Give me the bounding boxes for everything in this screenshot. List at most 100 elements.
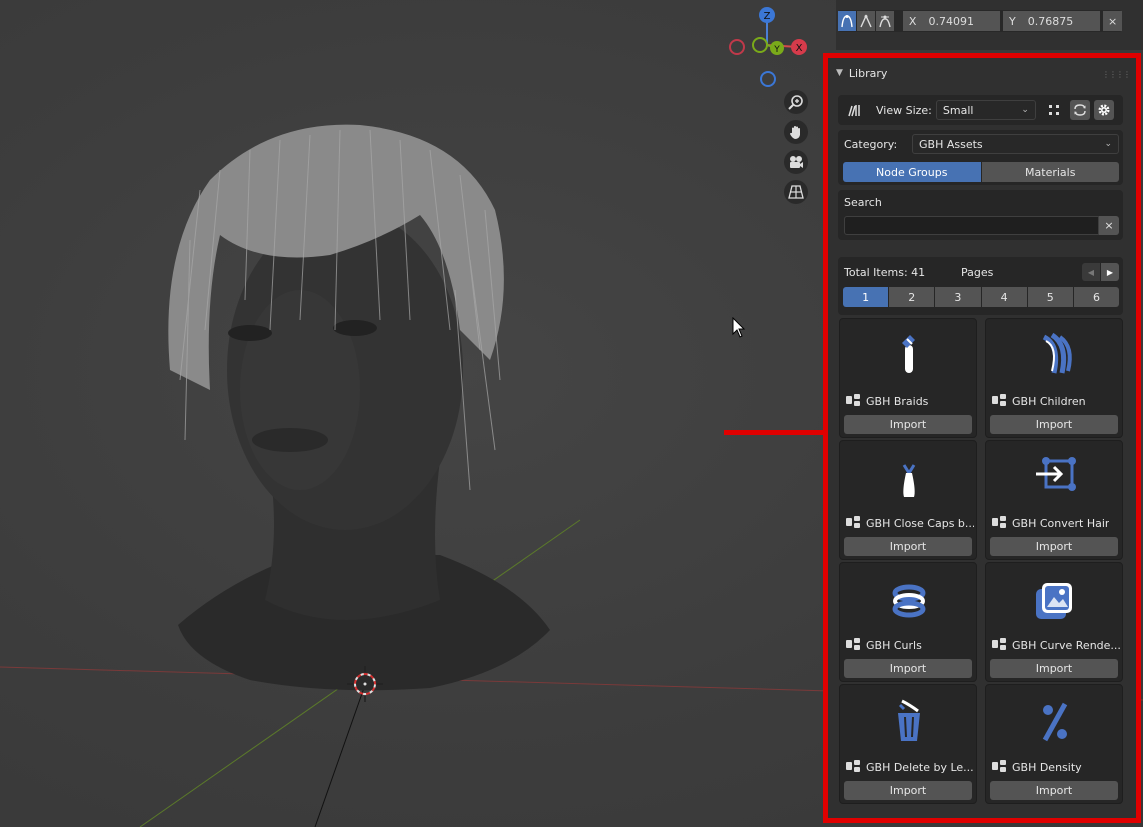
x-coordinate-field[interactable]: X 0.74091 bbox=[902, 11, 1000, 31]
vector-handle-icon[interactable] bbox=[856, 11, 875, 31]
page-button[interactable]: 5 bbox=[1027, 287, 1073, 307]
view-size-label: View Size: bbox=[876, 103, 932, 117]
asset-card[interactable]: GBH Close Caps b... Import bbox=[839, 440, 977, 560]
right-eye bbox=[333, 320, 377, 336]
asset-card[interactable]: GBH Convert Hair Import bbox=[985, 440, 1123, 560]
import-button[interactable]: Import bbox=[990, 537, 1118, 556]
drag-grip-icon[interactable]: ⋮⋮⋮⋮ bbox=[1102, 70, 1131, 79]
camera-icon[interactable] bbox=[784, 150, 808, 174]
chevron-down-icon[interactable]: ▼ bbox=[836, 68, 843, 78]
node-tree-icon bbox=[846, 759, 860, 775]
delete-point-button[interactable]: × bbox=[1103, 11, 1122, 31]
node-tree-icon bbox=[992, 637, 1006, 653]
gizmo-neg-z bbox=[760, 71, 776, 87]
page-button[interactable]: 3 bbox=[935, 287, 981, 307]
category-dropdown[interactable]: GBH Assets ⌄ bbox=[912, 134, 1119, 154]
asset-name: GBH Delete by Le... bbox=[866, 760, 974, 774]
asset-type-tabs: Node Groups Materials bbox=[843, 162, 1119, 182]
navigation-gizmo: Z X Y bbox=[729, 7, 807, 87]
next-page-icon[interactable]: ▶ bbox=[1101, 263, 1119, 281]
asset-name: GBH Braids bbox=[866, 394, 929, 408]
import-button[interactable]: Import bbox=[844, 781, 972, 800]
density-icon[interactable] bbox=[1030, 697, 1080, 747]
category-box: Category: GBH Assets ⌄ Node Groups Mater… bbox=[838, 130, 1123, 185]
close-caps-icon[interactable] bbox=[884, 453, 934, 503]
asset-card[interactable]: GBH Curls Import bbox=[839, 562, 977, 682]
asset-library-icon[interactable] bbox=[844, 100, 864, 120]
object-parent-line bbox=[314, 684, 366, 827]
asset-name: GBH Density bbox=[1012, 760, 1082, 774]
chevron-down-icon: ⌄ bbox=[1104, 139, 1112, 149]
category-label: Category: bbox=[844, 137, 898, 151]
asset-card[interactable]: GBH Children Import bbox=[985, 318, 1123, 438]
node-tree-icon bbox=[846, 515, 860, 531]
view-size-value: Small bbox=[942, 103, 974, 117]
curls-icon[interactable] bbox=[884, 575, 934, 625]
prev-page-icon[interactable]: ◀ bbox=[1082, 263, 1100, 281]
node-tree-icon bbox=[992, 759, 1006, 775]
highlight-connector bbox=[724, 430, 827, 435]
node-tree-icon bbox=[846, 393, 860, 409]
pagination-box: Total Items: 41 Pages ◀ ▶ 1 2 3 4 5 6 bbox=[838, 257, 1123, 315]
asset-name: GBH Close Caps b... bbox=[866, 516, 974, 530]
library-title: Library bbox=[848, 66, 888, 80]
asset-card[interactable]: GBH Braids Import bbox=[839, 318, 977, 438]
tab-node-groups[interactable]: Node Groups bbox=[843, 162, 981, 182]
asset-card[interactable]: GBH Curve Rende... Import bbox=[985, 562, 1123, 682]
children-icon[interactable] bbox=[1030, 331, 1080, 381]
perspective-grid-icon[interactable] bbox=[784, 180, 808, 204]
node-tree-icon bbox=[846, 637, 860, 653]
asset-name: GBH Curve Rende... bbox=[1012, 638, 1120, 652]
grid-view-icon[interactable] bbox=[1044, 100, 1064, 120]
import-button[interactable]: Import bbox=[990, 659, 1118, 678]
curve-render-icon[interactable] bbox=[1030, 575, 1080, 625]
x-value: 0.74091 bbox=[928, 14, 974, 28]
pan-hand-icon[interactable] bbox=[784, 120, 808, 144]
auto-handle-icon[interactable] bbox=[838, 11, 856, 31]
library-panel-header[interactable]: ▼ Library ⋮⋮⋮⋮ bbox=[828, 58, 1136, 88]
asset-name: GBH Curls bbox=[866, 638, 922, 652]
mouse-pointer-icon bbox=[732, 317, 746, 338]
asset-name: GBH Children bbox=[1012, 394, 1086, 408]
import-button[interactable]: Import bbox=[990, 415, 1118, 434]
y-value: 0.76875 bbox=[1027, 14, 1074, 28]
clear-search-button[interactable]: × bbox=[1099, 216, 1119, 235]
delete-icon[interactable] bbox=[884, 697, 934, 747]
asset-card[interactable]: GBH Density Import bbox=[985, 684, 1123, 804]
view-size-dropdown[interactable]: Small ⌄ bbox=[935, 100, 1036, 120]
tab-materials[interactable]: Materials bbox=[981, 162, 1119, 182]
search-box: Search × bbox=[838, 190, 1123, 240]
svg-text:Y: Y bbox=[773, 45, 780, 55]
search-label: Search bbox=[844, 196, 882, 209]
convert-hair-icon[interactable] bbox=[1030, 453, 1080, 503]
search-input[interactable] bbox=[844, 216, 1099, 235]
library-toolbar: View Size: Small ⌄ bbox=[838, 95, 1123, 125]
import-button[interactable]: Import bbox=[844, 415, 972, 434]
page-button[interactable]: 2 bbox=[889, 287, 935, 307]
left-eye bbox=[228, 325, 272, 341]
page-buttons: 1 2 3 4 5 6 bbox=[843, 287, 1119, 307]
gizmo-neg-x bbox=[729, 39, 745, 55]
pages-label: Pages bbox=[961, 265, 994, 279]
curve-point-toolbar: X 0.74091 Y 0.76875 × bbox=[838, 10, 1122, 32]
asset-name: GBH Convert Hair bbox=[1012, 516, 1110, 530]
braids-icon[interactable] bbox=[884, 331, 934, 381]
page-button[interactable]: 4 bbox=[981, 287, 1027, 307]
asset-card[interactable]: GBH Delete by Le... Import bbox=[839, 684, 977, 804]
refresh-icon[interactable] bbox=[1069, 100, 1090, 120]
svg-text:X: X bbox=[796, 43, 803, 54]
category-value: GBH Assets bbox=[919, 137, 983, 151]
free-handle-icon[interactable] bbox=[875, 11, 894, 31]
import-button[interactable]: Import bbox=[990, 781, 1118, 800]
y-coordinate-field[interactable]: Y 0.76875 bbox=[1003, 11, 1101, 31]
page-button[interactable]: 6 bbox=[1073, 287, 1119, 307]
lips bbox=[252, 428, 328, 452]
import-button[interactable]: Import bbox=[844, 659, 972, 678]
svg-text:Z: Z bbox=[764, 11, 771, 22]
x-label: X bbox=[908, 14, 917, 28]
settings-gear-icon[interactable] bbox=[1093, 100, 1114, 120]
import-button[interactable]: Import bbox=[844, 537, 972, 556]
page-button[interactable]: 1 bbox=[843, 287, 889, 307]
zoom-icon[interactable] bbox=[784, 90, 808, 114]
library-panel: ▼ Library ⋮⋮⋮⋮ View Size: Small ⌄ Catego… bbox=[828, 58, 1136, 818]
